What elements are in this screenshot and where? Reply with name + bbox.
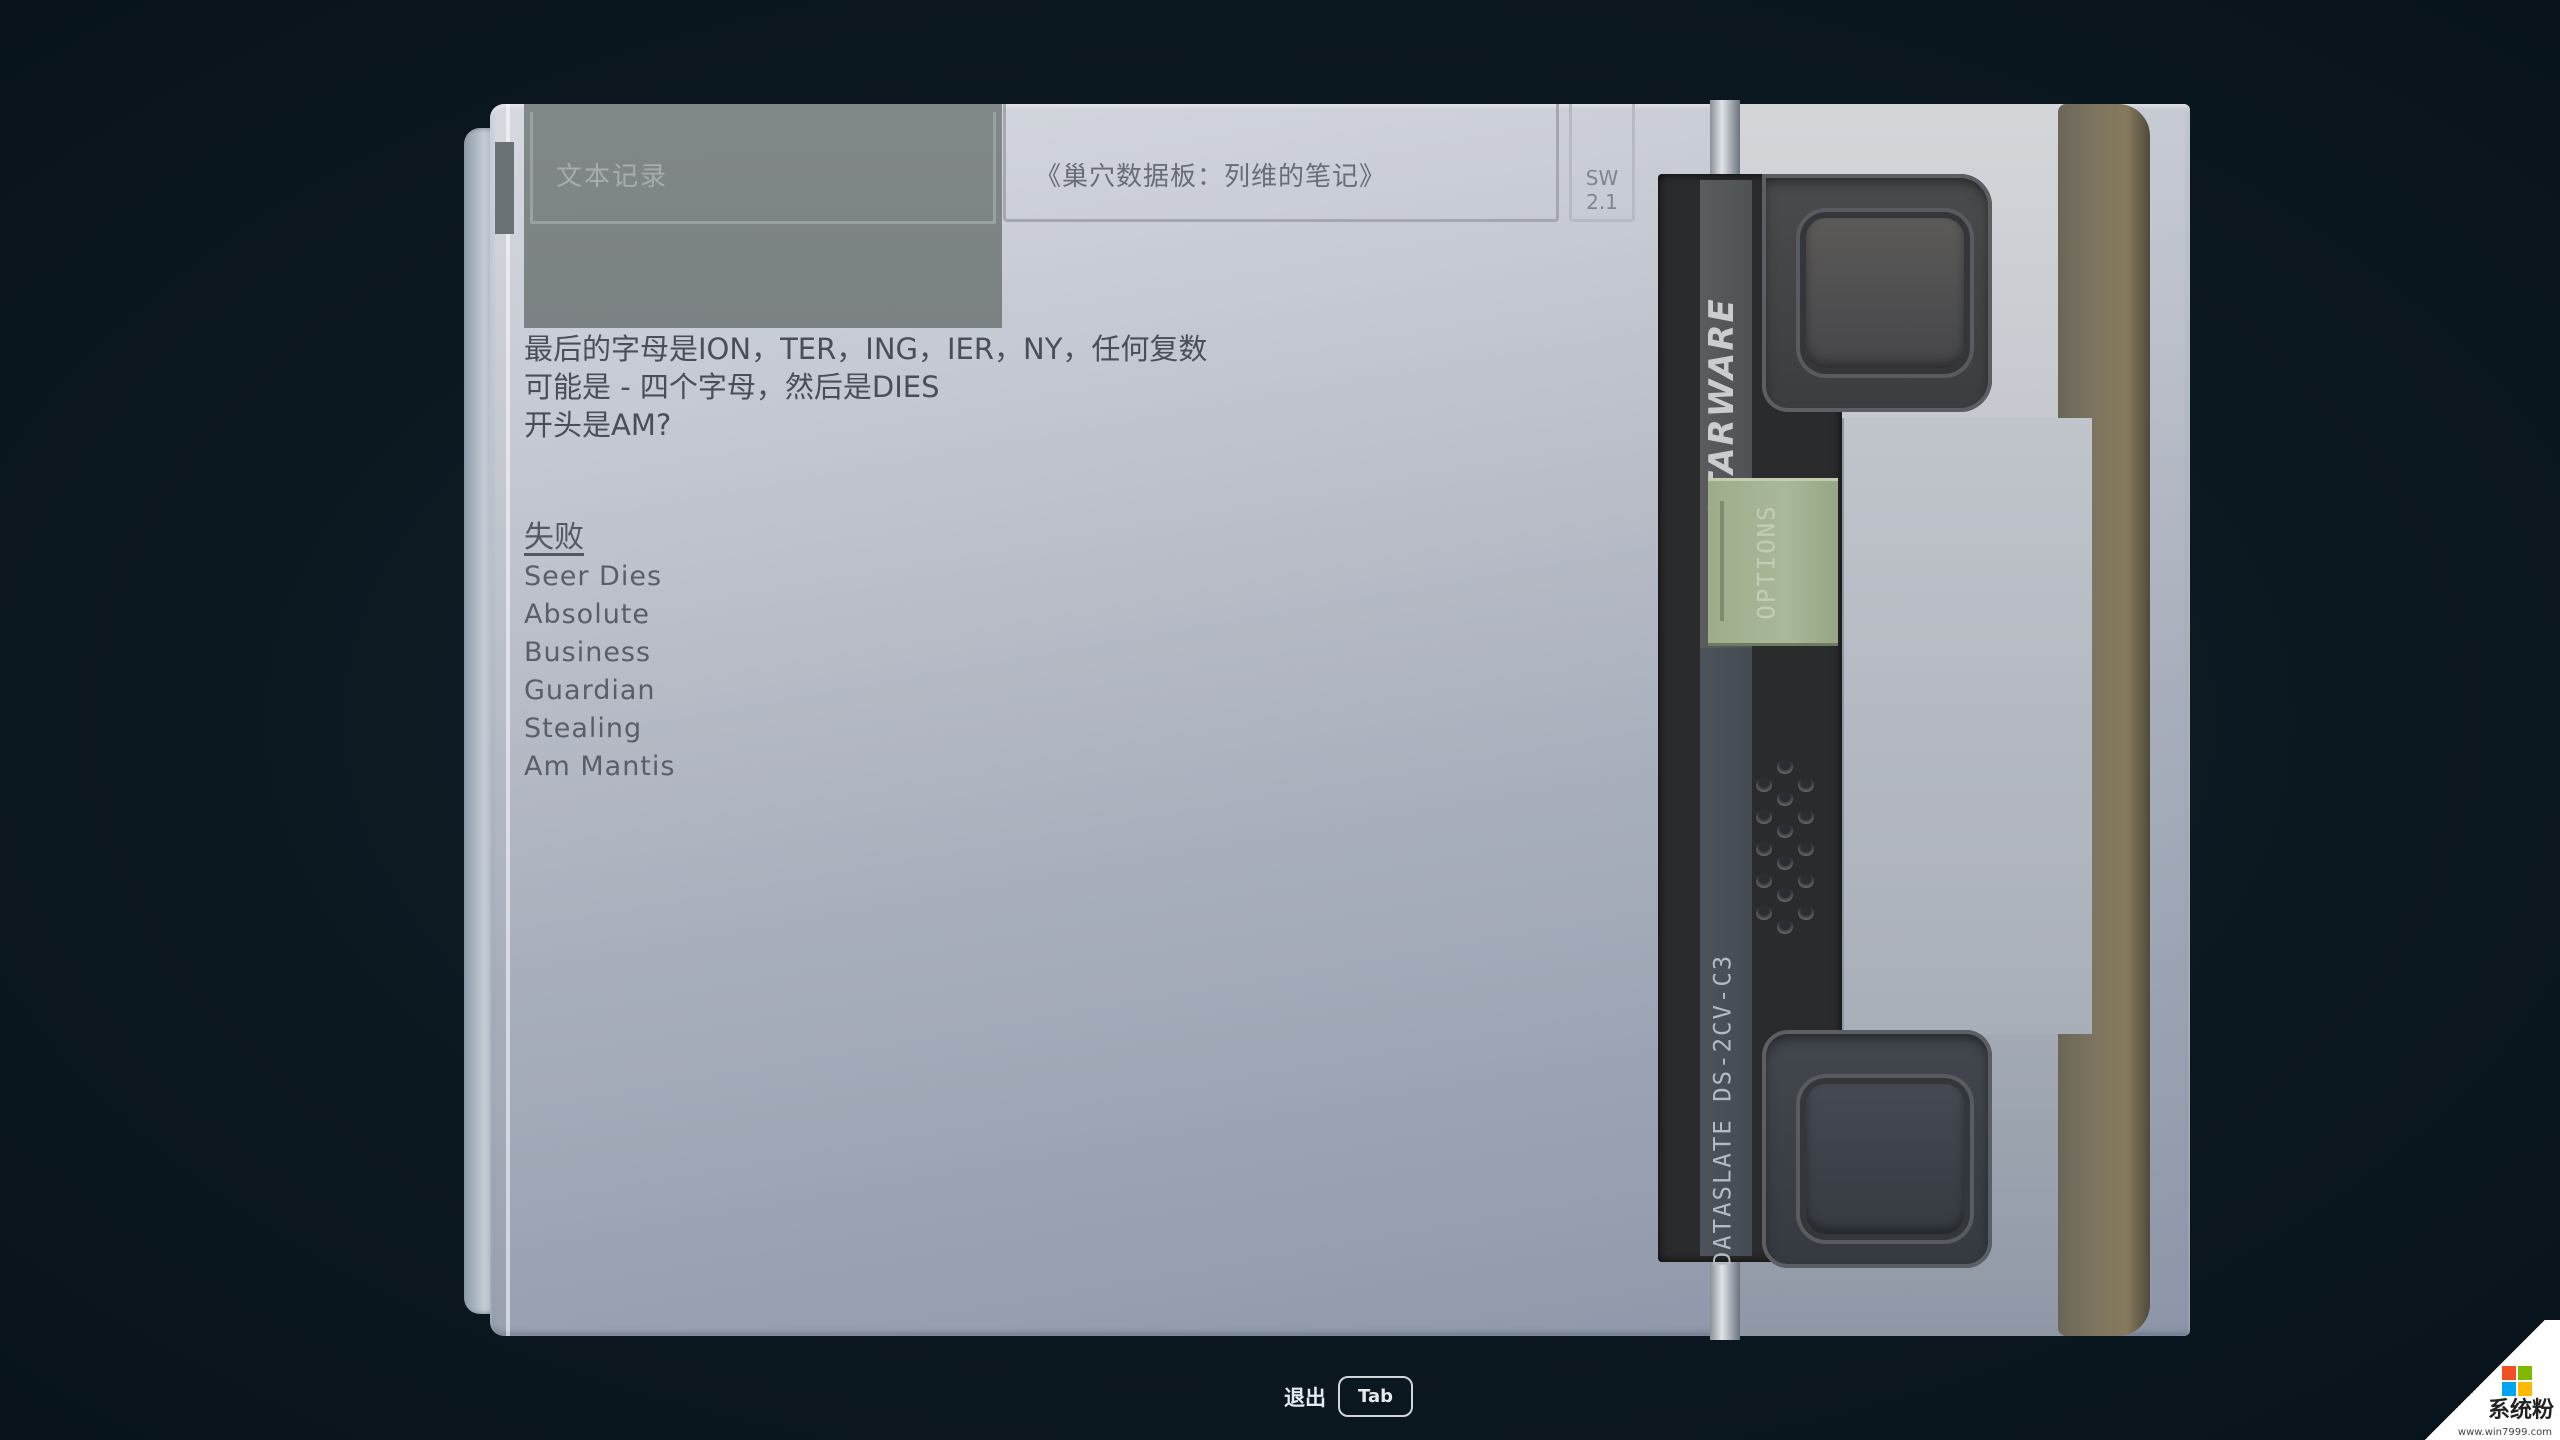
list-item: Absolute	[524, 599, 651, 630]
side-panel-notch	[1842, 418, 2092, 1034]
version-label: SW 2.1	[1580, 166, 1624, 214]
watermark-text: 系统粉	[2487, 1398, 2554, 1423]
tab-text-record-label: 文本记录	[556, 162, 669, 192]
watermark-url: www.win7999.com	[2457, 1427, 2552, 1438]
exit-label: 退出	[1284, 1385, 1326, 1410]
top-key-well	[1762, 174, 1992, 412]
exit-tab-key-button[interactable]: Tab	[1338, 1376, 1413, 1417]
note-content: 最后的字母是ION，TER，ING，IER，NY，任何复数 可能是 - 四个字母…	[524, 330, 1207, 786]
list-item: Stealing	[524, 713, 643, 744]
note-line: 最后的字母是ION，TER，ING，IER，NY，任何复数	[524, 332, 1208, 366]
bottom-hardware-button[interactable]	[1806, 1084, 1964, 1234]
top-hardware-button[interactable]	[1806, 218, 1964, 368]
options-button[interactable]: OPTIONS	[1708, 478, 1838, 646]
list-item: Seer Dies	[524, 561, 663, 592]
model-label: DATASLATE DS-2CV-C3	[1708, 953, 1737, 1267]
watermark: 系统粉 www.win7999.com	[2410, 1320, 2560, 1440]
document-title: 《巢穴数据板：列维的笔记》	[1035, 162, 1387, 192]
options-slot	[1720, 501, 1724, 621]
section-heading-failed: 失败	[524, 520, 584, 555]
speaker-grille-icon	[1750, 760, 1820, 990]
dataslate-device: 文本记录 《巢穴数据板：列维的笔记》 SW 2.1 最后的字母是ION，TER，…	[460, 100, 2190, 1340]
exit-hint: 退出 Tab	[1284, 1376, 1413, 1417]
tab-indicator	[495, 142, 514, 234]
note-line: 开头是AM?	[524, 408, 672, 442]
bottom-key-well	[1762, 1030, 1992, 1268]
screen-edge	[506, 104, 510, 1336]
options-label: OPTIONS	[1752, 504, 1781, 620]
list-item: Am Mantis	[524, 751, 676, 782]
version-prefix: SW	[1585, 166, 1619, 190]
list-item: Guardian	[524, 675, 656, 706]
note-line: 可能是 - 四个字母，然后是DIES	[524, 370, 940, 404]
version-number: 2.1	[1586, 190, 1618, 214]
list-item: Business	[524, 637, 652, 668]
